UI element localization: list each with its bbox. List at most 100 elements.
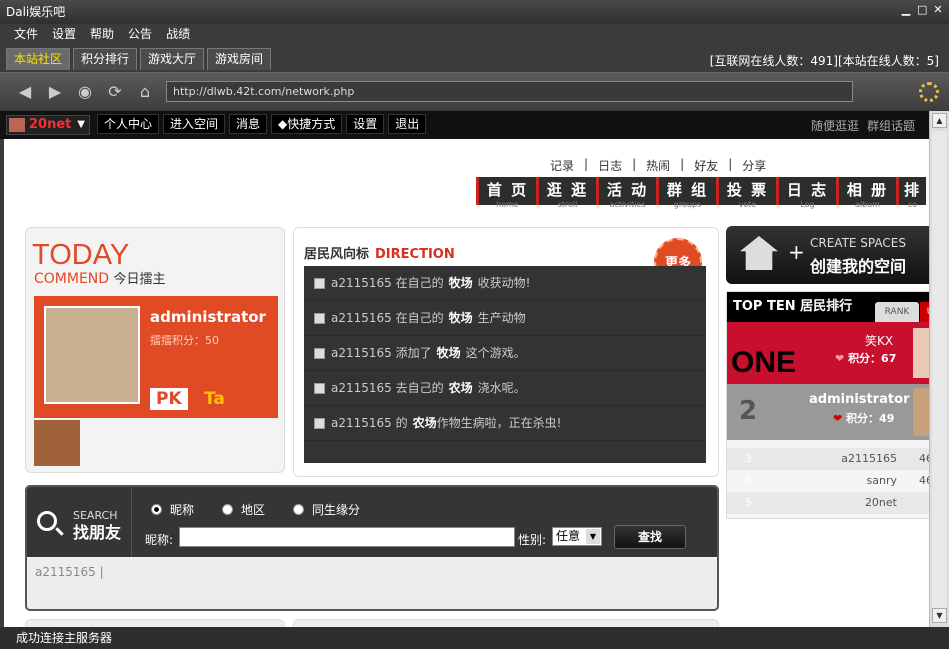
status-bar: 成功连接主服务器 xyxy=(0,627,949,649)
page-content: 记录 | 日志 | 热闹 | 好友 | 分享 首 页 home 逛 逛 stroll… xyxy=(4,139,929,627)
logo-text: 20net xyxy=(29,117,72,132)
separator: | xyxy=(584,157,589,171)
menu-record[interactable]: 战绩 xyxy=(166,24,190,44)
table-row[interactable]: 3a211516546 xyxy=(727,448,929,470)
find-button[interactable]: 查找 xyxy=(614,525,686,549)
stroll-link[interactable]: 随便逛逛 xyxy=(811,117,859,134)
refresh-icon[interactable]: ⟳ xyxy=(106,83,124,101)
heart-icon: ❤ xyxy=(835,352,845,365)
home-icon[interactable]: ⌂ xyxy=(136,83,154,101)
online-count: [互联网在线人数：491][本站在线人数：5] xyxy=(709,54,939,68)
forward-icon[interactable]: ▶ xyxy=(46,83,64,101)
stop-icon[interactable]: ◉ xyxy=(76,83,94,101)
nav-album[interactable]: 相 册 album xyxy=(836,177,896,209)
sub-link-share[interactable]: 分享 xyxy=(742,157,766,174)
sub-link-records[interactable]: 记录 xyxy=(550,157,574,174)
create-space-button[interactable]: + CREATE SPACES 创建我的空间 xyxy=(726,226,929,284)
tab-u[interactable]: U xyxy=(920,302,929,322)
direction-title: 居民风向标 DIRECTION xyxy=(304,247,455,262)
recent-search[interactable]: a2115165 | xyxy=(35,565,104,579)
activity-feed: a2115165 在自己的 牧场 收获动物! a2115165 在自己的 牧场 生产动物… xyxy=(304,266,706,463)
list-item[interactable]: a2115165 添加了 牧场 这个游戏。 xyxy=(304,336,706,371)
ta-label[interactable]: Ta xyxy=(204,388,225,410)
back-icon[interactable]: ◀ xyxy=(16,83,34,101)
tab-game-hall[interactable]: 游戏大厅 xyxy=(140,48,205,70)
list-item[interactable]: a2115165 在自己的 牧场 收获动物! xyxy=(304,266,706,301)
maximize-icon[interactable]: □ xyxy=(917,4,927,16)
user-icon xyxy=(314,417,325,429)
champion-score: 擂擂积分：50 xyxy=(150,334,219,347)
gender-select[interactable]: 任意 ▼ xyxy=(552,527,602,546)
nav-activities[interactable]: 活 动 activities xyxy=(596,177,656,209)
shortcut-button[interactable]: ◆快捷方式 xyxy=(271,114,343,134)
sub-link-friends[interactable]: 好友 xyxy=(694,157,718,174)
nav-rank[interactable]: 排 co xyxy=(896,177,926,209)
tab-ranking[interactable]: 积分排行 xyxy=(73,48,138,70)
nav-home[interactable]: 首 页 home xyxy=(476,177,536,209)
challenger-avatar[interactable] xyxy=(34,420,80,466)
logout-button[interactable]: 退出 xyxy=(388,114,427,134)
enter-space-button[interactable]: 进入空间 xyxy=(163,114,226,134)
nav-stroll[interactable]: 逛 逛 stroll xyxy=(536,177,596,209)
today-panel: TODAY COMMEND 今日擂主 administrator 擂擂积分：50… xyxy=(25,227,285,473)
messages-button[interactable]: 消息 xyxy=(229,114,268,134)
today-title: TODAY xyxy=(32,239,130,271)
url-input[interactable]: http://dlwb.42t.com/network.php xyxy=(166,81,853,102)
avatar xyxy=(913,388,929,436)
search-label: SEARCH 找朋友 xyxy=(27,487,132,557)
window-title: Dali娱乐吧 xyxy=(6,5,66,19)
commend-label: COMMEND 今日擂主 xyxy=(34,271,166,287)
menu-notice[interactable]: 公告 xyxy=(128,24,152,44)
nav-log[interactable]: 日 志 Log xyxy=(776,177,836,209)
direction-panel: 居民风向标 DIRECTION 更多 a2115165 在自己的 牧场 收获动物! a… xyxy=(293,227,719,477)
champion-card: administrator 擂擂积分：50 PK Ta xyxy=(34,296,278,418)
radio-region[interactable]: 地区 xyxy=(222,501,265,518)
tab-game-room[interactable]: 游戏房间 xyxy=(207,48,272,70)
list-item[interactable]: a2115165 在自己的 牧场 生产动物 xyxy=(304,301,706,336)
profile-button[interactable]: 个人中心 xyxy=(97,114,160,134)
settings-button[interactable]: 设置 xyxy=(346,114,385,134)
nickname-input[interactable] xyxy=(179,527,515,547)
scroll-up-icon[interactable]: ▲ xyxy=(932,113,947,128)
rank-first[interactable]: ONE 笑KX ❤ 积分：67 xyxy=(727,322,929,384)
tab-community[interactable]: 本站社区 xyxy=(6,48,71,70)
panel-stub xyxy=(293,619,719,627)
user-icon xyxy=(314,312,325,324)
menu-file[interactable]: 文件 xyxy=(14,24,38,44)
vertical-scrollbar[interactable]: ▲ ▼ xyxy=(929,111,949,627)
nav-groups[interactable]: 群 组 groups xyxy=(656,177,716,209)
radio-nickname[interactable]: 昵称 xyxy=(151,501,194,518)
menu-help[interactable]: 帮助 xyxy=(90,24,114,44)
table-row[interactable]: 5 20net xyxy=(727,492,929,514)
close-icon[interactable]: ✕ xyxy=(933,4,943,16)
sub-nav: 记录 | 日志 | 热闹 | 好友 | 分享 xyxy=(550,157,766,174)
browser-toolbar: ◀ ▶ ◉ ⟳ ⌂ http://dlwb.42t.com/network.ph… xyxy=(0,72,949,110)
nav-vote[interactable]: 投 票 vote xyxy=(716,177,776,209)
tab-bar: 本站社区 积分排行 游戏大厅 游戏房间 [互联网在线人数：491][本站在线人数… xyxy=(0,44,949,72)
rank-second[interactable]: 2 administrator ❤ 积分：49 xyxy=(727,384,929,440)
window-titlebar: Dali娱乐吧 ▁ □ ✕ xyxy=(0,0,949,24)
champion-photo[interactable] xyxy=(44,306,140,404)
main-nav: 首 页 home 逛 逛 stroll 活 动 activities 群 组 group… xyxy=(476,177,926,209)
champion-name[interactable]: administrator xyxy=(150,308,266,326)
separator: | xyxy=(728,157,733,171)
separator: | xyxy=(680,157,685,171)
list-item[interactable]: a2115165 的农场 作物生病啦，正在杀虫! xyxy=(304,406,706,441)
scroll-down-icon[interactable]: ▼ xyxy=(932,608,947,623)
site-logo[interactable]: 20net ▼ xyxy=(6,115,90,135)
chevron-down-icon: ▼ xyxy=(586,529,600,544)
table-row[interactable]: 4sanry46 xyxy=(727,470,929,492)
group-topics-link[interactable]: 群组话题 xyxy=(867,117,915,134)
sub-link-hot[interactable]: 热闹 xyxy=(646,157,670,174)
scroll-thumb[interactable] xyxy=(932,131,947,611)
sub-link-blog[interactable]: 日志 xyxy=(598,157,622,174)
radio-birthday-match[interactable]: 同生缘分 xyxy=(293,501,360,518)
tab-rank[interactable]: RANK xyxy=(875,302,919,322)
pk-button[interactable]: PK xyxy=(150,388,188,410)
menu-settings[interactable]: 设置 xyxy=(52,24,76,44)
minimize-icon[interactable]: ▁ xyxy=(901,4,911,16)
user-icon xyxy=(314,382,325,394)
heart-icon: ❤ xyxy=(833,412,843,425)
site-topbar: 20net ▼ 个人中心 进入空间 消息 ◆快捷方式 设置 退出 随便逛逛 群组… xyxy=(0,111,929,139)
list-item[interactable]: a2115165 去自己的 农场 浇水呢。 xyxy=(304,371,706,406)
